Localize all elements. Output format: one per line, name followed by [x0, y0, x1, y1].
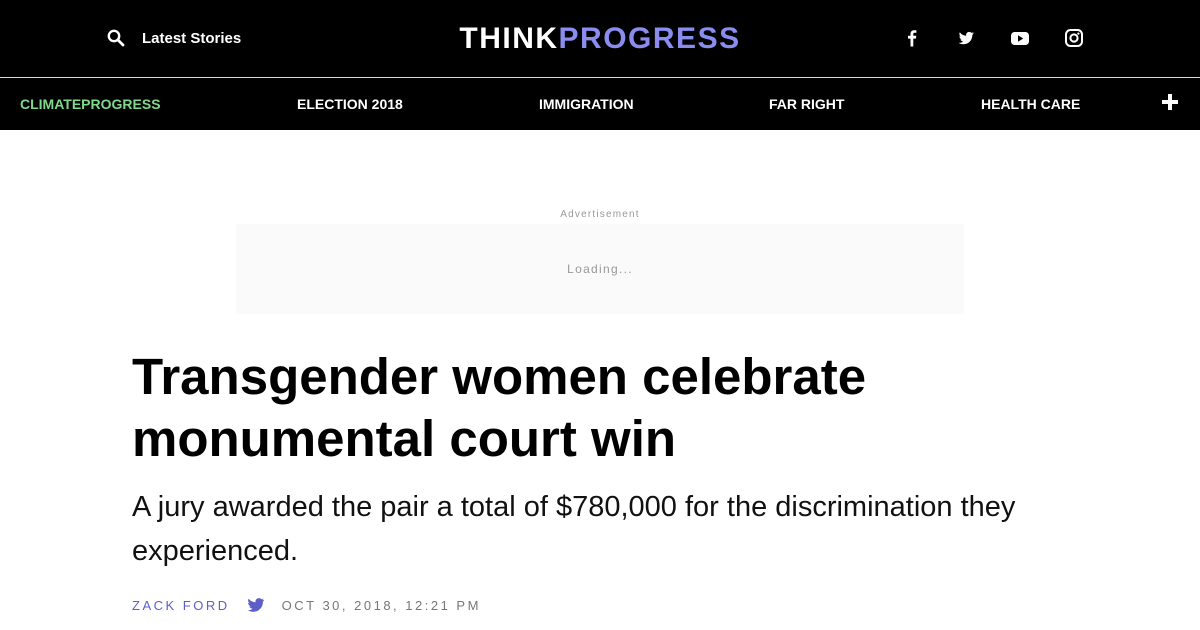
nav-item-immigration[interactable]: IMMIGRATION: [539, 78, 634, 130]
publish-date: OCT 30, 2018, 12:21 PM: [281, 597, 481, 613]
logo-progress[interactable]: PROGRESS: [559, 22, 741, 55]
article-dek: A jury awarded the pair a total of $780,…: [132, 491, 1016, 567]
nav-item-climateprogress[interactable]: CLIMATEPROGRESS: [20, 78, 161, 130]
youtube-icon[interactable]: [1009, 26, 1031, 50]
author-link[interactable]: ZACK FORD: [132, 598, 230, 613]
nav-item-health-care[interactable]: HEALTH CARE: [981, 78, 1080, 130]
nav-item-far-right[interactable]: FAR RIGHT: [769, 78, 844, 130]
article-headline: Transgender women celebrate monumental c…: [132, 348, 867, 467]
twitter-icon[interactable]: [955, 26, 977, 50]
author-twitter-icon[interactable]: [247, 598, 264, 612]
nav-item-election-2018[interactable]: ELECTION 2018: [297, 78, 403, 130]
ad-loading-text: Loading...: [567, 262, 633, 276]
site-header: Latest Stories THINKPROGRESS: [0, 0, 1200, 78]
byline: ZACK FORD OCT 30, 2018, 12:21 PM: [132, 596, 481, 614]
section-nav: CLIMATEPROGRESS ELECTION 2018 IMMIGRATIO…: [0, 78, 1200, 130]
logo-think[interactable]: THINK: [459, 22, 558, 55]
advertisement-label: Advertisement: [560, 209, 640, 220]
facebook-icon[interactable]: [901, 26, 923, 50]
plus-icon[interactable]: [1162, 94, 1178, 110]
instagram-icon[interactable]: [1063, 26, 1085, 50]
social-links: [901, 26, 1085, 50]
ad-slot[interactable]: Loading...: [236, 224, 964, 314]
